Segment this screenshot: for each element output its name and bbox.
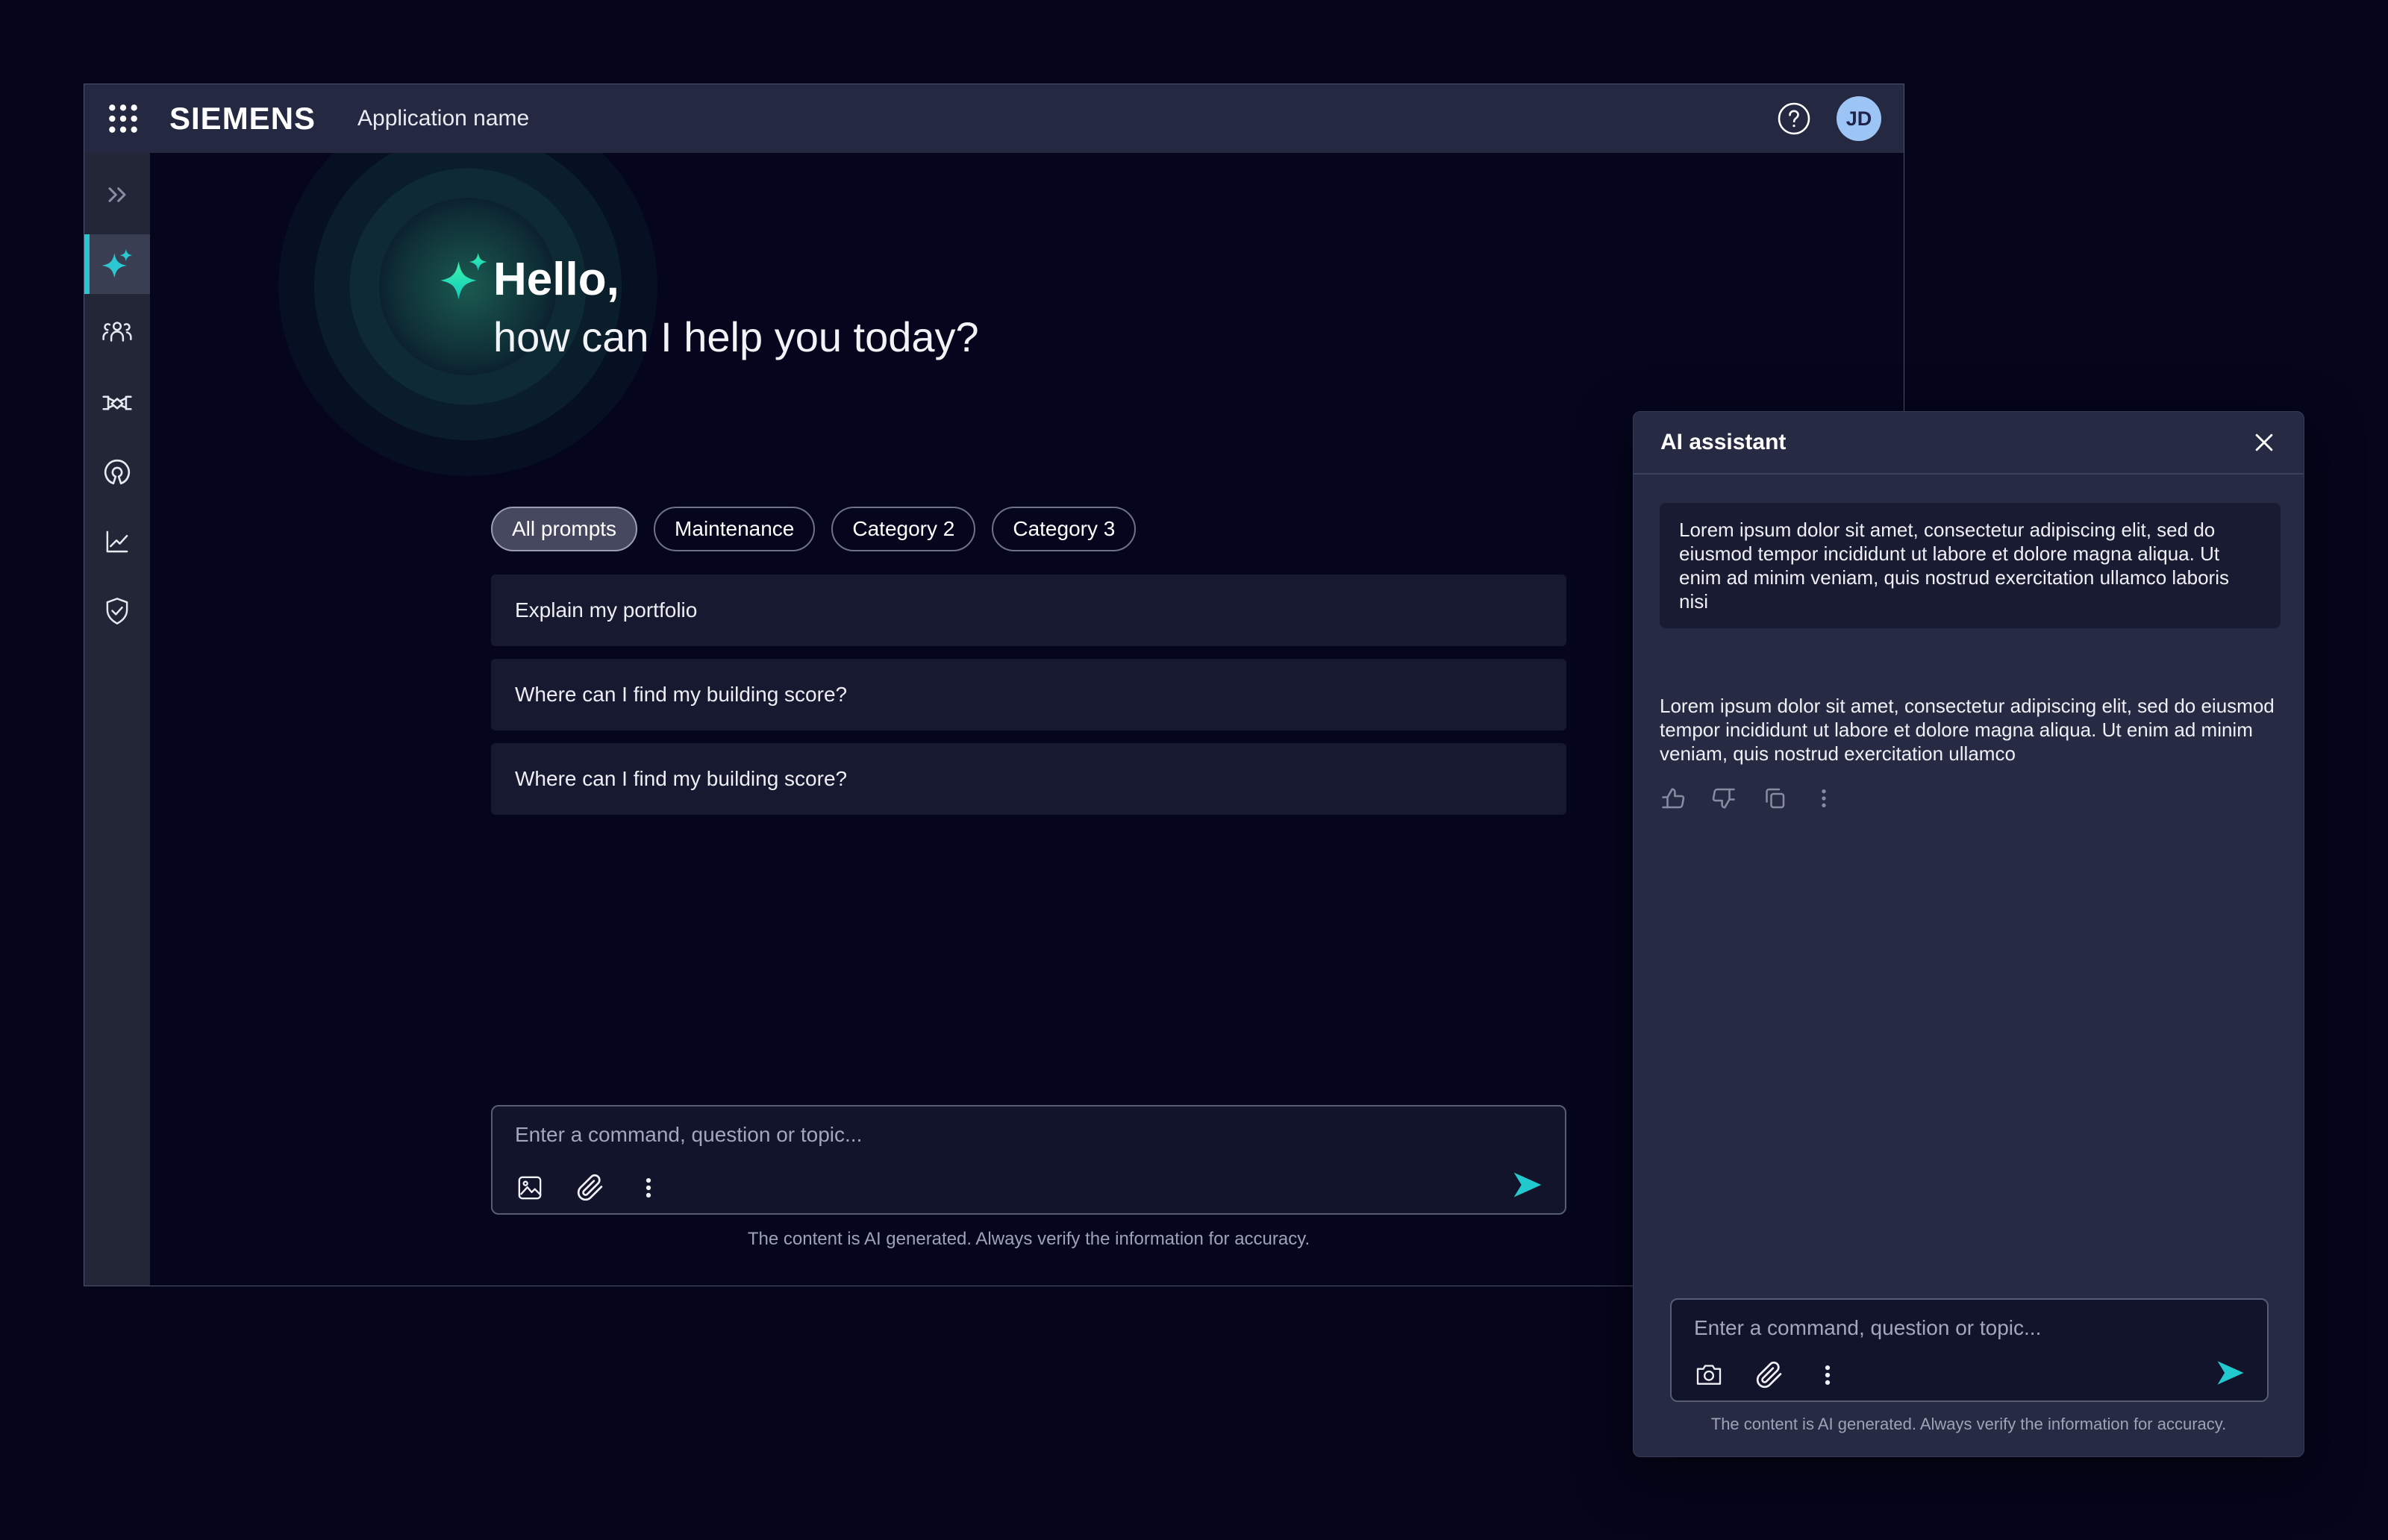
thumbs-down-icon[interactable] (1710, 785, 1737, 812)
sidebar-item-analytics[interactable] (84, 512, 150, 572)
sidebar-item-ai-assistant[interactable] (84, 234, 150, 294)
kebab-menu-icon[interactable] (1815, 1362, 1840, 1388)
prompt-card[interactable]: Where can I find my building score? (491, 743, 1566, 815)
close-icon[interactable] (2251, 430, 2277, 455)
ai-disclaimer: The content is AI generated. Always veri… (491, 1229, 1566, 1250)
double-chevron-right-icon (102, 180, 132, 210)
chip-maintenance[interactable]: Maintenance (654, 507, 815, 551)
panel-composer (1670, 1298, 2269, 1402)
avatar[interactable]: JD (1837, 96, 1881, 141)
kebab-menu-icon[interactable] (1812, 786, 1836, 810)
main-window: SIEMENS Application name JD (84, 84, 1904, 1286)
siemens-logo: SIEMENS (169, 101, 316, 137)
app-header: SIEMENS Application name JD (84, 84, 1904, 153)
app-launcher-grid-icon[interactable] (107, 102, 140, 135)
send-icon[interactable] (1511, 1168, 1544, 1201)
message-actions (1660, 785, 1836, 812)
assistant-message: Lorem ipsum dolor sit amet, consectetur … (1660, 694, 2281, 766)
prompt-card[interactable]: Explain my portfolio (491, 575, 1566, 646)
handshake-icon (101, 386, 134, 419)
prompt-filter-chips: All prompts Maintenance Category 2 Categ… (491, 507, 1136, 551)
ai-assistant-panel: AI assistant Lorem ipsum dolor sit amet,… (1633, 411, 2304, 1457)
prompt-suggestions: Explain my portfolio Where can I find my… (491, 575, 1566, 815)
image-icon[interactable] (515, 1173, 545, 1203)
copy-icon[interactable] (1761, 785, 1788, 812)
shield-check-icon (101, 595, 133, 627)
chip-category-3[interactable]: Category 3 (992, 507, 1136, 551)
sidebar-item-open-circle[interactable] (84, 442, 150, 502)
panel-title: AI assistant (1660, 430, 1786, 455)
chip-all-prompts[interactable]: All prompts (491, 507, 637, 551)
thumbs-up-icon[interactable] (1660, 785, 1687, 812)
panel-header: AI assistant (1634, 412, 2304, 475)
sidebar-item-people[interactable] (84, 304, 150, 363)
paperclip-icon[interactable] (1755, 1361, 1784, 1389)
user-message: Lorem ipsum dolor sit amet, consectetur … (1660, 503, 2281, 628)
prompt-card[interactable]: Where can I find my building score? (491, 659, 1566, 730)
hero-greeting: Hello, (493, 253, 619, 306)
hero-subtitle: how can I help you today? (493, 313, 979, 361)
sidebar-item-security[interactable] (84, 581, 150, 641)
sidebar (84, 153, 150, 1286)
people-icon (101, 318, 133, 349)
ai-disclaimer: The content is AI generated. Always veri… (1634, 1415, 2304, 1434)
sidebar-item-collapse[interactable] (84, 165, 150, 225)
circle-keyhole-icon (101, 457, 133, 488)
application-name: Application name (357, 106, 529, 131)
camera-icon[interactable] (1694, 1360, 1724, 1390)
line-chart-icon (101, 526, 133, 557)
chip-category-2[interactable]: Category 2 (831, 507, 975, 551)
help-icon[interactable] (1777, 101, 1811, 136)
ai-sparkle-icon (440, 250, 490, 307)
sparkle-icon (101, 248, 134, 281)
sidebar-item-partnership[interactable] (84, 373, 150, 433)
panel-command-input[interactable] (1694, 1312, 2245, 1345)
kebab-menu-icon[interactable] (636, 1175, 661, 1201)
paperclip-icon[interactable] (576, 1174, 604, 1202)
send-icon[interactable] (2215, 1357, 2246, 1389)
main-composer (491, 1105, 1566, 1215)
command-input[interactable] (515, 1118, 1542, 1151)
